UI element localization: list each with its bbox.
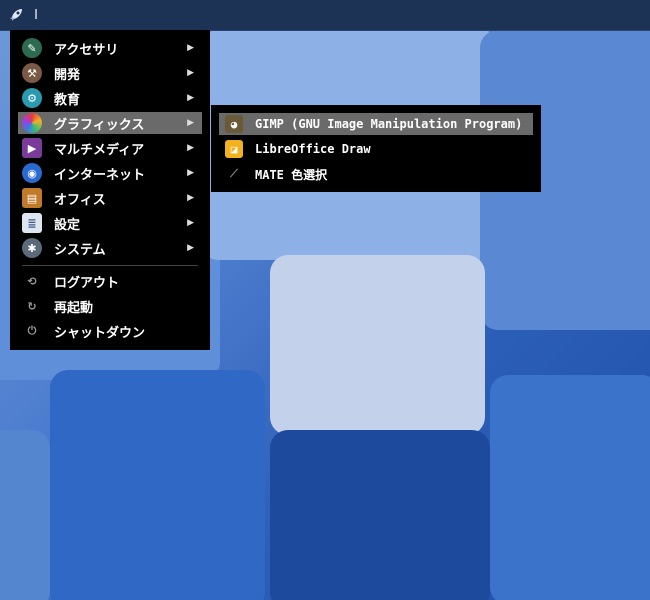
submenu-item-label: LibreOffice Draw — [255, 142, 371, 156]
menu-item-label: 設定 — [54, 217, 81, 233]
graphics-icon — [22, 113, 42, 133]
menu-item-multimedia[interactable]: ▶ マルチメディア ▶ — [18, 137, 202, 159]
menu-item-label: 開発 — [54, 67, 81, 83]
office-icon: ▤ — [22, 188, 42, 208]
submenu-item-libreoffice-draw[interactable]: ◪ LibreOffice Draw — [219, 138, 533, 160]
menu-item-label: オフィス — [54, 192, 106, 208]
menu-item-development[interactable]: ⚒ 開発 ▶ — [18, 62, 202, 84]
accessories-icon: ✎ — [22, 38, 42, 58]
logout-icon: ⟲ — [27, 274, 37, 288]
menu-item-label: システム — [54, 242, 106, 258]
submenu-item-gimp[interactable]: ◕ GIMP (GNU Image Manipulation Program) — [219, 113, 533, 135]
submenu-arrow-icon: ▶ — [187, 168, 194, 178]
menu-separator — [22, 265, 198, 266]
menu-item-accessories[interactable]: ✎ アクセサリ ▶ — [18, 37, 202, 59]
graphics-submenu: ◕ GIMP (GNU Image Manipulation Program) … — [211, 105, 541, 192]
applications-menu: ✎ アクセサリ ▶ ⚒ 開発 ▶ ⚙ 教育 ▶ グラフィックス ▶ ▶ マルチメ… — [10, 30, 210, 350]
submenu-item-label: GIMP (GNU Image Manipulation Program) — [255, 117, 523, 131]
libreoffice-draw-icon: ◪ — [225, 140, 243, 158]
menu-item-education[interactable]: ⚙ 教育 ▶ — [18, 87, 202, 109]
submenu-item-label: MATE 色選択 — [255, 167, 328, 182]
education-icon: ⚙ — [22, 88, 42, 108]
submenu-item-mate-color-select[interactable]: ⟋ MATE 色選択 — [219, 163, 533, 185]
restart-icon: ↻ — [27, 299, 37, 313]
menu-item-label: 教育 — [54, 92, 81, 108]
internet-icon: ◉ — [22, 163, 42, 183]
menu-item-graphics[interactable]: グラフィックス ▶ — [18, 112, 202, 134]
color-picker-icon: ⟋ — [230, 167, 238, 180]
menu-item-label: グラフィックス — [54, 117, 145, 133]
menu-item-label: 再起動 — [54, 300, 94, 316]
menu-item-restart[interactable]: ↻ 再起動 — [18, 295, 202, 317]
menu-item-label: シャットダウン — [54, 325, 146, 341]
top-panel: I — [0, 0, 650, 31]
system-icon: ✱ — [22, 238, 42, 258]
gimp-icon: ◕ — [225, 115, 243, 133]
panel-text-cursor[interactable]: I — [24, 3, 48, 27]
menu-item-label: インターネット — [54, 167, 146, 183]
menu-item-label: ログアウト — [54, 275, 120, 291]
menu-item-system[interactable]: ✱ システム ▶ — [18, 237, 202, 259]
menu-item-logout[interactable]: ⟲ ログアウト — [18, 270, 202, 292]
power-icon: ⏻ — [27, 324, 37, 337]
submenu-arrow-icon: ▶ — [187, 243, 194, 253]
submenu-arrow-icon: ▶ — [187, 118, 194, 128]
menu-item-office[interactable]: ▤ オフィス ▶ — [18, 187, 202, 209]
hammer-icon: ⚒ — [22, 63, 42, 83]
menu-item-label: アクセサリ — [54, 42, 119, 58]
settings-icon: ≣ — [22, 213, 42, 233]
multimedia-icon: ▶ — [22, 138, 42, 158]
submenu-arrow-icon: ▶ — [187, 193, 194, 203]
submenu-arrow-icon: ▶ — [187, 68, 194, 78]
submenu-arrow-icon: ▶ — [187, 93, 194, 103]
submenu-arrow-icon: ▶ — [187, 143, 194, 153]
menu-item-internet[interactable]: ◉ インターネット ▶ — [18, 162, 202, 184]
menu-item-shutdown[interactable]: ⏻ シャットダウン — [18, 320, 202, 342]
submenu-arrow-icon: ▶ — [187, 43, 194, 53]
menu-item-settings[interactable]: ≣ 設定 ▶ — [18, 212, 202, 234]
submenu-arrow-icon: ▶ — [187, 218, 194, 228]
menu-item-label: マルチメディア — [54, 142, 145, 158]
